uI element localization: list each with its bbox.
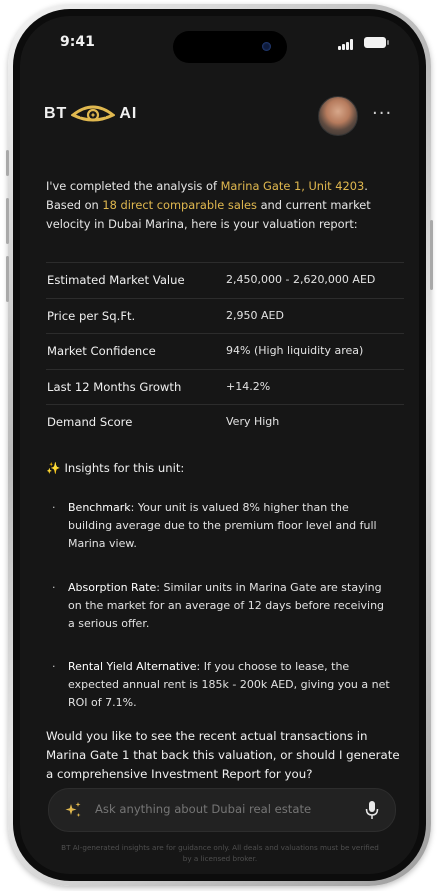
- report-label: Demand Score: [47, 415, 133, 429]
- chat-input-bar[interactable]: [48, 788, 396, 832]
- assistant-intro: I've completed the analysis of Marina Ga…: [46, 177, 398, 234]
- action-button: [6, 150, 9, 176]
- user-avatar[interactable]: [318, 96, 358, 136]
- logo-text-ai: AI: [119, 105, 138, 122]
- sparkles-icon: ✨: [46, 461, 61, 475]
- intro-text: I've completed the analysis of: [46, 179, 221, 193]
- logo-text-bt: BT: [44, 105, 68, 122]
- dynamic-island: [173, 31, 287, 63]
- insights-title-text: Insights for this unit:: [64, 461, 185, 475]
- disclaimer-text: BT AI-generated insights are for guidanc…: [61, 843, 379, 863]
- signal-icon: [338, 39, 354, 50]
- app-screen: 9:41 BT AI ··· I've completed the analys…: [20, 16, 419, 874]
- status-time: 9:41: [60, 34, 95, 50]
- sparkles-icon: [65, 802, 81, 817]
- report-row: Market Confidence 94% (High liquidity are…: [46, 334, 404, 370]
- comparables-count: 18 direct comparable sales: [102, 198, 257, 212]
- valuation-report-table: Estimated Market Value 2,450,000 - 2,620,…: [46, 262, 404, 440]
- report-row: Price per Sq.Ft. 2,950 AED: [46, 299, 404, 334]
- chat-input[interactable]: [95, 802, 345, 816]
- report-row: Demand Score Very High: [46, 405, 404, 440]
- report-label: Estimated Market Value: [47, 273, 185, 287]
- insight-item: · Rental Yield Alternative: If you choose…: [52, 658, 392, 712]
- insight-title: Absorption Rate: [68, 581, 157, 594]
- report-value: 2,950 AED: [226, 308, 284, 322]
- report-label: Price per Sq.Ft.: [47, 308, 136, 323]
- more-options-icon[interactable]: ···: [372, 103, 392, 124]
- insight-title: Benchmark: [68, 501, 131, 514]
- microphone-icon[interactable]: [365, 800, 379, 820]
- report-label: Last 12 Months Growth: [47, 379, 182, 394]
- bullet-dot: ·: [52, 660, 56, 673]
- follow-up-question: Would you like to see the recent actual …: [46, 729, 400, 781]
- bullet-dot: ·: [52, 501, 56, 514]
- bullet-dot: ·: [52, 581, 56, 594]
- report-value: Very High: [226, 415, 280, 428]
- volume-up-button: [6, 198, 9, 244]
- insight-title: Rental Yield Alternative: [68, 660, 197, 673]
- report-row: Estimated Market Value 2,450,000 - 2,620,…: [46, 262, 404, 299]
- power-button: [430, 220, 433, 290]
- report-label: Market Confidence: [47, 344, 156, 358]
- eye-logo-icon: [71, 105, 116, 122]
- property-name: Marina Gate 1, Unit 4203: [220, 179, 365, 193]
- camera-icon: [262, 42, 271, 51]
- volume-down-button: [6, 256, 9, 302]
- report-row: Last 12 Months Growth +14.2%: [46, 370, 404, 405]
- insights-title: ✨ Insights for this unit:: [46, 461, 184, 475]
- insight-item: · Absorption Rate: Similar units in Marin…: [52, 579, 392, 633]
- report-value: 2,450,000 - 2,620,000 AED: [226, 273, 376, 286]
- report-value: +14.2%: [226, 379, 271, 393]
- report-value: 94% (High liquidity area): [226, 344, 364, 357]
- battery-icon: [364, 37, 389, 48]
- app-logo[interactable]: BT AI: [44, 102, 137, 126]
- insight-item: · Benchmark: Your unit is valued 8% highe…: [52, 499, 392, 553]
